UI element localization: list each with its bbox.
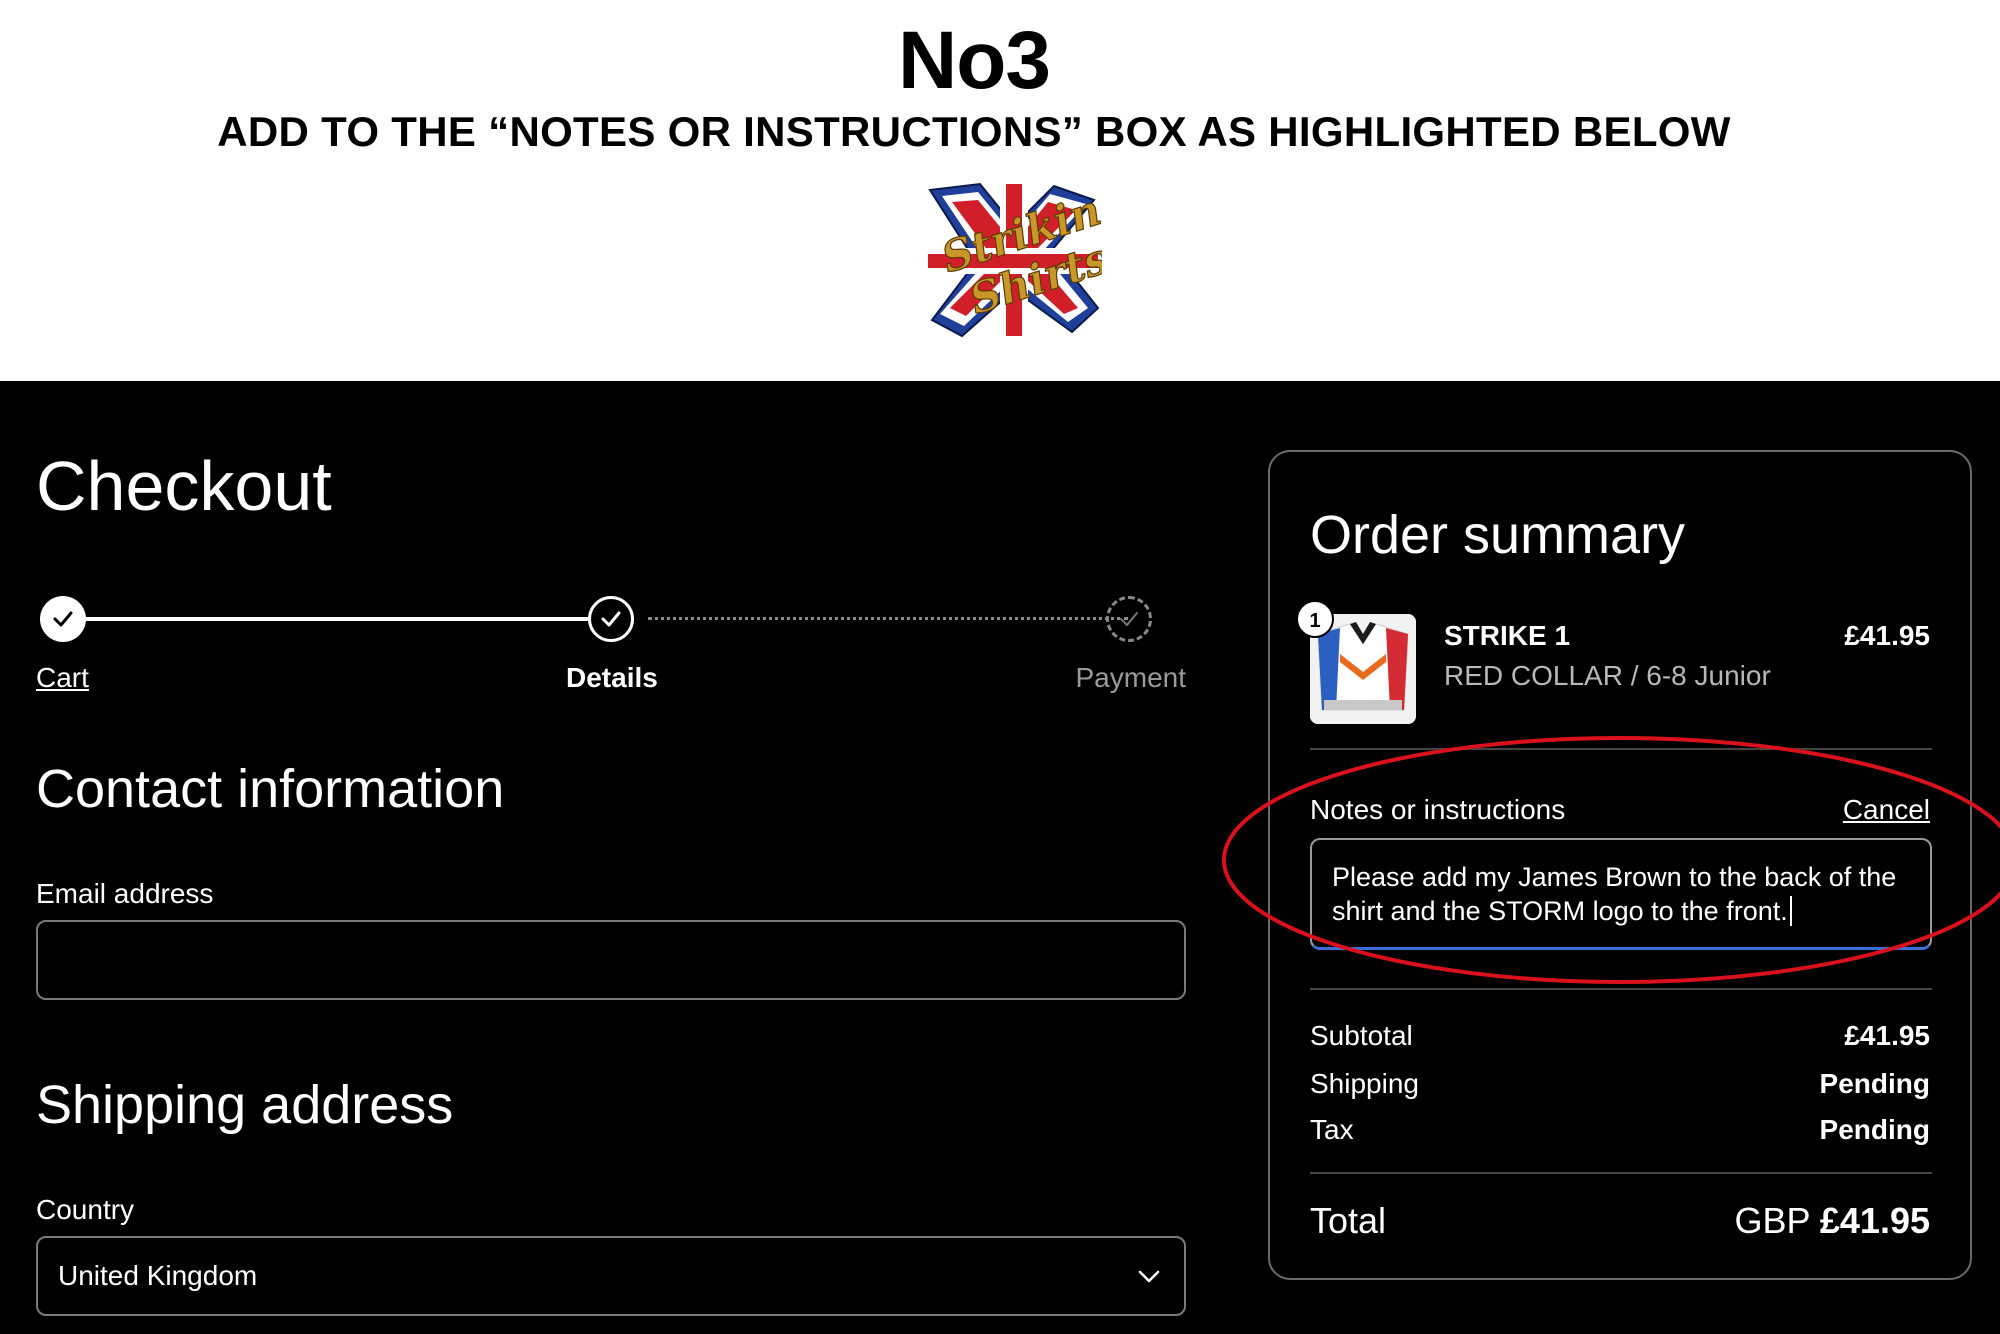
notes-textarea[interactable]: Please add my James Brown to the back of…: [1310, 838, 1932, 950]
total-currency: GBP: [1734, 1200, 1810, 1241]
total-value: £41.95: [1819, 1200, 1930, 1241]
text-caret: [1789, 896, 1792, 926]
shipping-value: Pending: [1819, 1068, 1930, 1099]
subtotal-label: Subtotal: [1310, 1020, 1413, 1051]
step-payment-icon: [1106, 596, 1152, 642]
checkout-title: Checkout: [36, 447, 332, 525]
notes-label: Notes or instructions: [1310, 794, 1566, 825]
total-label: Total: [1310, 1200, 1387, 1241]
item-price: £41.95: [1844, 620, 1930, 651]
instruction-banner: No3 ADD TO THE “NOTES OR INSTRUCTIONS” B…: [0, 0, 2000, 381]
checkout-progress: Cart Details Payment: [36, 592, 1186, 702]
tax-label: Tax: [1310, 1114, 1354, 1145]
step-details-label: Details: [566, 662, 658, 693]
notes-text: Please add my James Brown to the back of…: [1332, 862, 1897, 926]
subtotal-value: £41.95: [1844, 1020, 1930, 1051]
divider: [1310, 988, 1932, 990]
divider: [1310, 748, 1932, 750]
country-select-value: United Kingdom: [58, 1260, 258, 1291]
item-quantity-badge: 1: [1296, 600, 1334, 638]
order-summary-title: Order summary: [1310, 505, 1686, 565]
progress-line-pending: [648, 617, 1128, 620]
tax-value: Pending: [1819, 1114, 1930, 1145]
striking-shirts-logo: Striking Shirts: [928, 180, 1102, 338]
shipping-label: Shipping: [1310, 1068, 1419, 1099]
total-amount: GBP £41.95: [1735, 1200, 1931, 1242]
country-label: Country: [36, 1194, 135, 1225]
step-cart-check-icon[interactable]: [40, 596, 86, 642]
banner-subtitle: ADD TO THE “NOTES OR INSTRUCTIONS” BOX A…: [217, 108, 1731, 155]
contact-information-heading: Contact information: [36, 759, 505, 819]
progress-line-complete: [82, 617, 626, 621]
step-payment-label: Payment: [1075, 662, 1187, 693]
chevron-down-icon: [1138, 1270, 1160, 1283]
email-field-wrapper: [36, 920, 1186, 1000]
cancel-notes-link[interactable]: Cancel: [1843, 794, 1930, 826]
step-details-check-icon: [588, 596, 634, 642]
item-variant: RED COLLAR / 6-8 Junior: [1444, 660, 1771, 691]
order-summary-panel: Order summary 1 STRIKE 1 RED COLLAR / 6-…: [1268, 450, 1972, 1280]
country-select[interactable]: United Kingdom: [36, 1236, 1186, 1316]
item-name: STRIKE 1: [1444, 620, 1571, 651]
email-field[interactable]: [38, 922, 1184, 998]
banner-title: No3: [898, 15, 1051, 106]
shipping-address-heading: Shipping address: [36, 1075, 454, 1135]
divider: [1310, 1172, 1932, 1174]
email-label: Email address: [36, 878, 214, 909]
step-cart-link[interactable]: Cart: [36, 662, 89, 694]
